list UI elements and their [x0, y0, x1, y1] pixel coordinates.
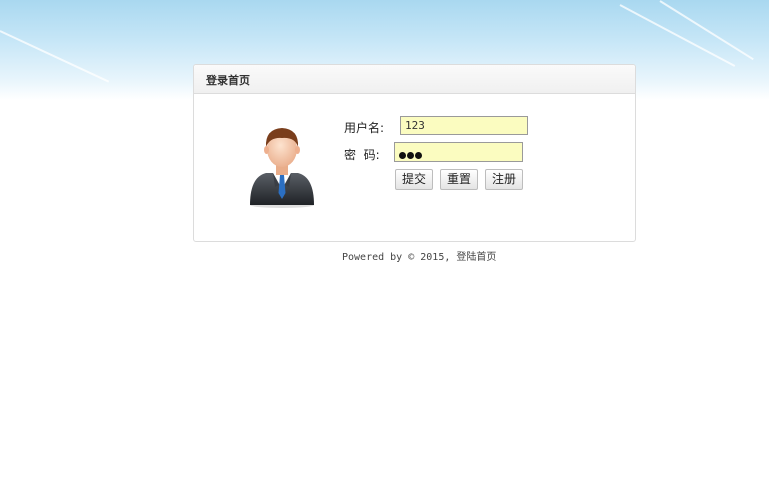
user-avatar-icon — [250, 128, 314, 208]
password-field[interactable] — [394, 142, 523, 162]
footer-text: Powered by © 2015, 登陆首页 — [342, 252, 497, 263]
password-label: 密 码: — [344, 148, 380, 162]
password-dot — [407, 152, 414, 159]
reset-button[interactable]: 重置 — [440, 169, 478, 190]
password-dot — [415, 152, 422, 159]
register-button[interactable]: 注册 — [485, 169, 523, 190]
sky-streak-decoration — [0, 30, 110, 83]
username-label: 用户名: — [344, 121, 385, 135]
panel-title: 登录首页 — [206, 74, 250, 87]
login-panel: 登录首页 用户名: 123 密 码: 提交 重置 注册 — [193, 64, 636, 242]
panel-header — [194, 65, 635, 94]
username-field[interactable]: 123 — [400, 116, 528, 135]
submit-button[interactable]: 提交 — [395, 169, 433, 190]
password-mask — [399, 147, 423, 164]
login-page: 登录首页 用户名: 123 密 码: 提交 重置 注册 Powered by ©… — [0, 0, 769, 477]
password-dot — [399, 152, 406, 159]
